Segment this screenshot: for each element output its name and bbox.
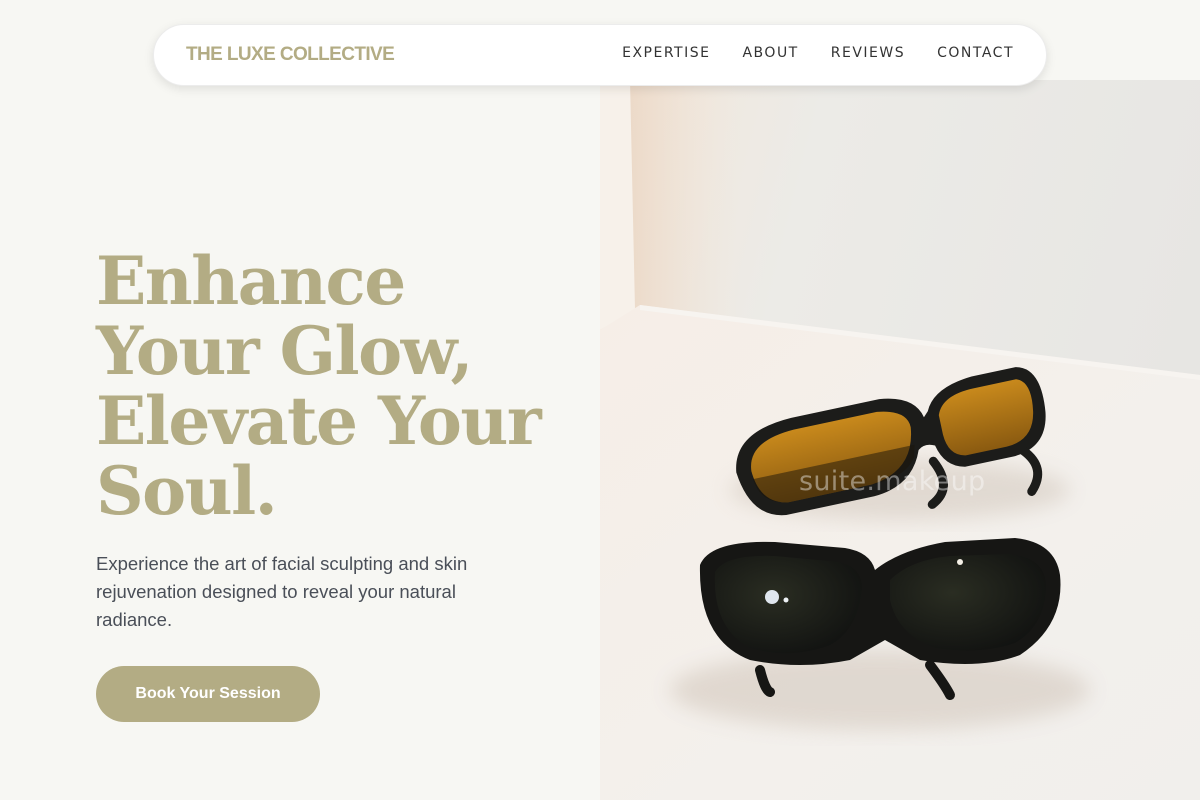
nav-link-contact[interactable]: CONTACT — [937, 45, 1014, 61]
hero-title: Enhance Your Glow, Elevate Your Soul. — [96, 246, 566, 526]
nav-link-expertise[interactable]: EXPERTISE — [622, 45, 710, 61]
brand-logo[interactable]: THE LUXE COLLECTIVE — [186, 44, 395, 66]
hero-subtitle: Experience the art of facial sculpting a… — [96, 553, 468, 630]
hero-title-line: Enhance — [96, 242, 406, 320]
top-nav: THE LUXE COLLECTIVE EXPERTISE ABOUT REVI… — [153, 24, 1047, 86]
sunglasses-photo — [600, 80, 1200, 800]
nav-link-about[interactable]: ABOUT — [742, 45, 798, 61]
nav-link-reviews[interactable]: REVIEWS — [831, 45, 905, 61]
hero-image: suite.makeup — [600, 80, 1200, 800]
hero-title-line: Elevate Your — [96, 382, 542, 460]
hero-title-line: Soul. — [96, 452, 278, 530]
hero-title-line: Your Glow, — [96, 312, 474, 390]
book-session-button[interactable]: Book Your Session — [96, 666, 320, 722]
nav-links: EXPERTISE ABOUT REVIEWS CONTACT — [622, 45, 1014, 61]
